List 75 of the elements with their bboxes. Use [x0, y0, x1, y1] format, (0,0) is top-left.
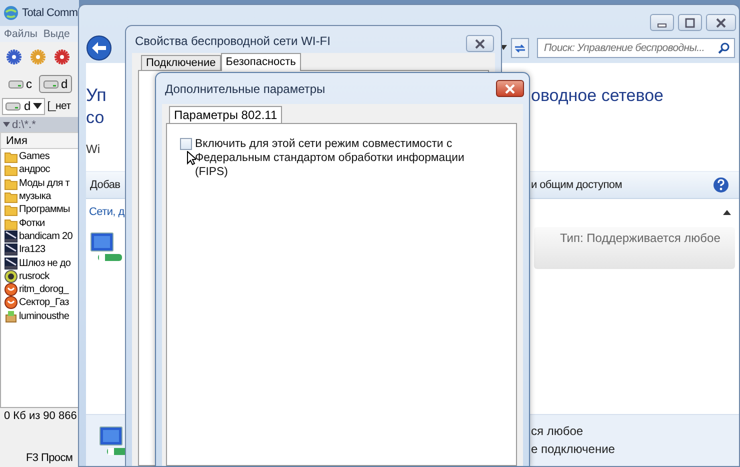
file-name[interactable]: андрос	[19, 164, 50, 176]
minimize-button[interactable]	[650, 14, 674, 31]
tab[interactable]: Параметры 802.11	[169, 106, 282, 124]
close-icon	[715, 18, 727, 28]
folder-icon	[4, 216, 18, 230]
info-text: Wi	[86, 141, 101, 156]
dropdown-arrow-icon	[33, 103, 42, 109]
close-button[interactable]	[496, 80, 524, 97]
close-icon	[504, 84, 516, 94]
folder-icon	[4, 176, 18, 190]
tab[interactable]: Безопасность	[220, 53, 301, 71]
drive-label: [_нет	[47, 100, 71, 112]
file-name[interactable]: bandicam 20	[19, 230, 72, 242]
file-name[interactable]: ritm_dorog_	[19, 284, 69, 296]
file-name[interactable]: luminousthe	[19, 310, 70, 322]
file-name[interactable]: rusrock	[19, 270, 50, 282]
refresh-button[interactable]	[511, 38, 529, 58]
status-text: 0 Кб из 90 866	[4, 410, 77, 422]
toolbar-item[interactable]: Добав	[86, 179, 126, 191]
heading-text: оводное сетевое	[531, 85, 665, 107]
gear-icon[interactable]	[54, 49, 70, 65]
dialog-title: Дополнительные параметры	[165, 82, 326, 96]
close-icon	[474, 38, 486, 48]
drive-button[interactable]: c	[4, 74, 36, 92]
collapse-caret-icon[interactable]	[723, 210, 731, 214]
close-button[interactable]	[706, 14, 736, 31]
checkbox-label: Включить для этой сети режим совместимости с Федеральным стандартом обработки информации (FIPS)	[195, 137, 466, 179]
cursor-icon	[187, 151, 196, 165]
package-icon	[4, 310, 18, 323]
maximize-icon	[684, 18, 696, 28]
film-icon	[4, 256, 18, 270]
section-title: Сети, д	[88, 206, 126, 218]
toolbar-item[interactable]: и общим доступом	[531, 179, 622, 191]
file-name[interactable]: Моды для т	[19, 178, 70, 189]
subheading-text: со	[86, 107, 106, 128]
gear-icon[interactable]	[6, 49, 22, 65]
refresh-icon	[514, 42, 526, 52]
media-icon	[4, 296, 18, 310]
media-icon	[4, 283, 18, 296]
file-name[interactable]: Программы	[19, 204, 70, 216]
heading-text: Уп	[86, 84, 108, 106]
menu-item[interactable]: Файлы	[4, 28, 38, 40]
folder-icon	[4, 203, 18, 216]
network-icon	[90, 230, 124, 264]
search-icon	[718, 42, 730, 54]
file-name[interactable]: музыка	[19, 191, 51, 202]
checkbox[interactable]	[180, 138, 192, 150]
path-text: d:\*.*	[12, 118, 36, 130]
file-name[interactable]: Шлюз не до	[19, 258, 71, 269]
tab[interactable]: Подключение	[141, 55, 221, 70]
drive-dropdown[interactable]: d	[2, 98, 46, 114]
file-name[interactable]: Ira123	[19, 244, 46, 256]
folder-icon	[4, 190, 18, 204]
maximize-button[interactable]	[678, 14, 702, 31]
network-type: Тип: Поддерживается любое	[534, 227, 735, 269]
window-title: Total Comm	[22, 7, 78, 19]
window-title: Свойства беспроводной сети WI-FI	[135, 34, 330, 48]
drive-button[interactable]: d	[39, 74, 72, 92]
player-icon	[4, 270, 18, 283]
close-button[interactable]	[466, 35, 494, 52]
folder-icon	[4, 163, 18, 176]
help-icon[interactable]	[713, 177, 729, 193]
view-button[interactable]: F3 Просм	[26, 452, 73, 464]
film-icon	[4, 243, 18, 256]
file-name[interactable]: Сектор_Газ	[19, 297, 69, 308]
column-header[interactable]: Имя	[0, 132, 79, 149]
file-name[interactable]: Фотки	[19, 218, 45, 229]
status-line: ся любое	[531, 424, 584, 438]
search-field[interactable]: Поиск: Управление беспроводны...	[537, 38, 735, 58]
film-icon	[4, 230, 18, 243]
status-line: е подключение	[531, 442, 616, 456]
app-globe-icon	[3, 5, 19, 21]
file-name[interactable]: Games	[19, 151, 50, 162]
triangle-icon	[3, 122, 10, 127]
menu-item[interactable]: Выде	[43, 28, 70, 40]
